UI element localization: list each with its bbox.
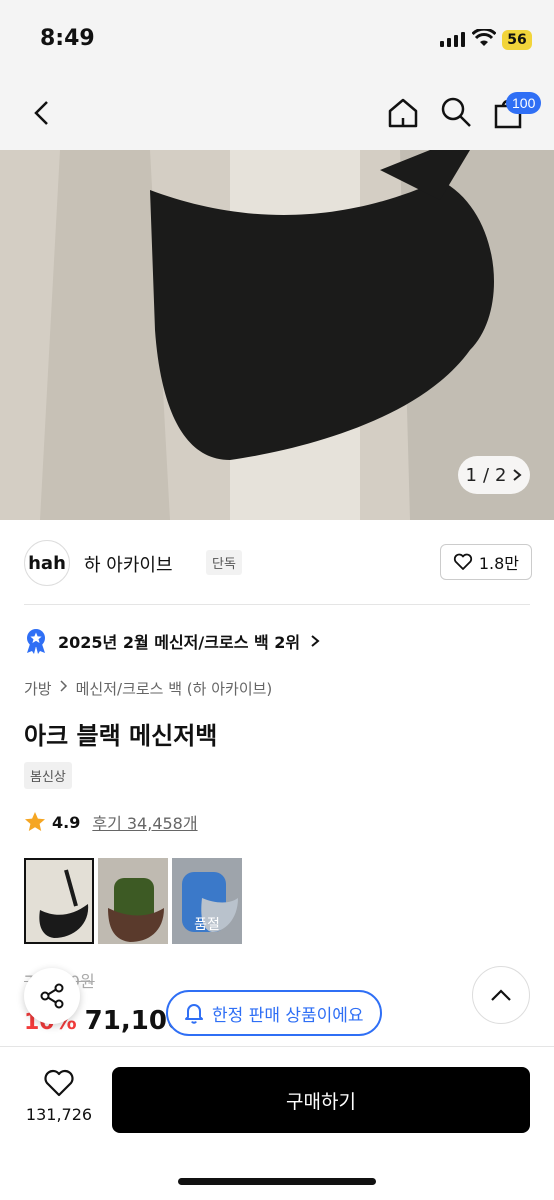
product-image[interactable]: 1 / 2	[0, 150, 554, 520]
review-link[interactable]: 후기 34,458개	[92, 810, 197, 834]
share-icon	[40, 983, 64, 1009]
breadcrumb-category[interactable]: 가방	[24, 678, 52, 699]
status-time: 8:49	[40, 26, 95, 51]
wishlist-count: 131,726	[25, 1105, 93, 1124]
heart-icon	[44, 1069, 74, 1097]
rating-score: 4.9	[52, 812, 81, 832]
exclusive-tag: 단독	[206, 550, 242, 575]
brand-like-count: 1.8만	[478, 554, 519, 573]
bottom-action-bar: 131,726 구매하기	[0, 1046, 554, 1200]
heart-icon	[453, 553, 472, 570]
star-icon	[25, 812, 45, 831]
buy-button[interactable]: 구매하기	[112, 1067, 530, 1133]
product-title: 아크 블랙 메신저백	[24, 722, 218, 750]
option-thumbnail-black[interactable]	[24, 858, 94, 944]
chevron-right-icon	[311, 635, 320, 647]
brand-logo[interactable]: hah	[24, 540, 70, 586]
share-button[interactable]	[24, 968, 80, 1024]
option-thumbnail-brown[interactable]	[98, 858, 168, 944]
signal-icon	[440, 32, 465, 47]
chevron-up-icon	[491, 989, 511, 1001]
brand-name[interactable]: 하 아카이브	[84, 551, 173, 577]
ranking-text: 2025년 2월 메신저/크로스 백 2위	[58, 633, 301, 652]
wifi-icon	[472, 29, 496, 46]
counter-total: 2	[495, 464, 507, 486]
status-bar: 8:49 56	[0, 0, 554, 78]
new-arrival-badge: 봄신상	[24, 762, 72, 789]
thumbnail-image	[26, 860, 92, 942]
ranking-medal-icon	[27, 629, 45, 654]
chevron-right-icon	[60, 680, 67, 692]
limited-sale-chip[interactable]: 한정 판매 상품이에요	[166, 990, 382, 1036]
bell-icon	[185, 1004, 203, 1024]
divider	[24, 604, 530, 605]
ranking-link[interactable]: 2025년 2월 메신저/크로스 백 2위	[24, 628, 320, 654]
battery-icon: 56	[502, 30, 532, 50]
soldout-label: 품절	[194, 917, 220, 933]
cart-count-badge: 100	[506, 92, 542, 114]
counter-separator: /	[482, 464, 490, 486]
home-icon[interactable]	[386, 96, 420, 130]
rating-row: 4.9 후기 34,458개	[24, 810, 198, 834]
image-page-counter[interactable]: 1 / 2	[458, 456, 530, 494]
breadcrumb-subcategory[interactable]: 메신저/크로스 백 (하 아카이브)	[76, 678, 273, 699]
chevron-right-icon	[513, 469, 523, 481]
top-nav: 100	[0, 78, 554, 150]
brand-row: hah 하 아카이브 단독 1.8만	[24, 540, 532, 586]
search-icon[interactable]	[440, 96, 472, 128]
option-thumbnail-soldout[interactable]: 품절	[172, 858, 242, 944]
breadcrumb: 가방 메신저/크로스 백 (하 아카이브)	[24, 678, 272, 699]
limited-sale-text: 한정 판매 상품이에요	[212, 1005, 364, 1026]
brand-like-button[interactable]: 1.8만	[439, 544, 532, 580]
back-icon[interactable]	[28, 98, 58, 128]
option-thumbnails: 품절	[24, 858, 242, 944]
counter-current: 1	[465, 464, 477, 486]
scroll-top-button[interactable]	[472, 966, 530, 1024]
home-indicator	[178, 1178, 376, 1185]
wishlist-button[interactable]: 131,726	[22, 1069, 96, 1124]
thumbnail-image	[98, 858, 168, 944]
